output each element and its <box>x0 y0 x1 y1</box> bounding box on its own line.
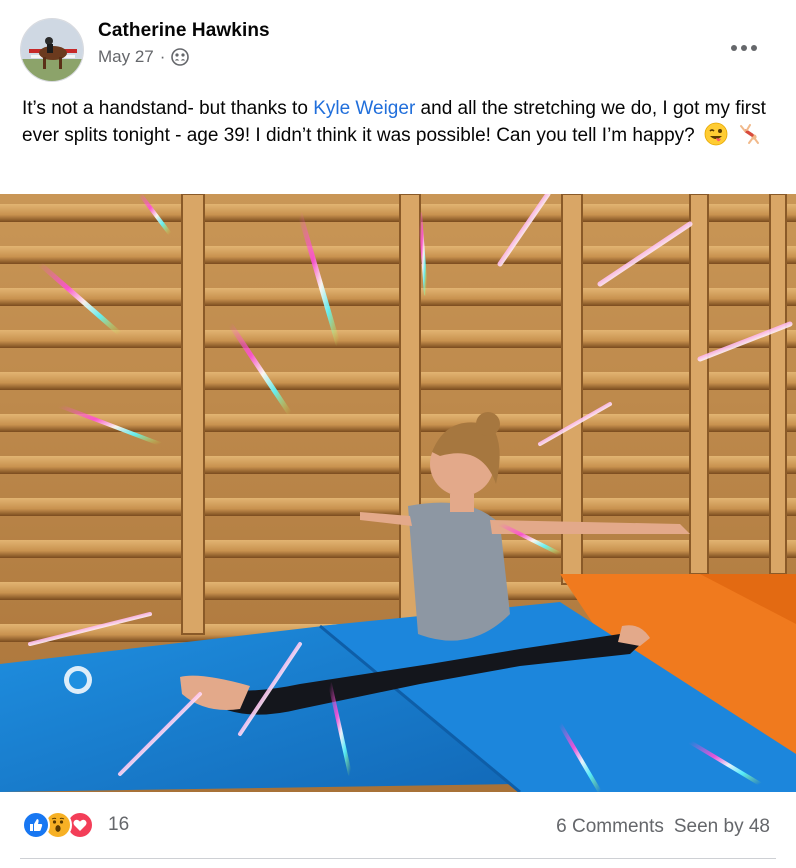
more-options-button[interactable] <box>726 36 762 60</box>
post-stats: 6 Comments Seen by 48 <box>556 816 770 838</box>
seen-by-count[interactable]: Seen by 48 <box>674 816 770 838</box>
group-audience-icon[interactable] <box>171 48 190 66</box>
dot-icon <box>731 45 737 51</box>
post-date[interactable]: May 27 <box>98 47 154 67</box>
winking-face-tongue-emoji <box>704 122 728 146</box>
footer-divider <box>20 858 776 859</box>
post-text: It’s not a handstand- but thanks to Kyle… <box>22 96 782 149</box>
post-text-start: It’s not a handstand- but thanks to <box>22 98 314 119</box>
reactions-summary[interactable]: 16 <box>22 811 129 839</box>
mention-link[interactable]: Kyle Weiger <box>313 98 415 119</box>
post-meta: May 27 · <box>98 47 190 67</box>
person-cartwheeling-emoji <box>737 122 761 146</box>
comments-count[interactable]: 6 Comments <box>556 816 664 838</box>
author-name[interactable]: Catherine Hawkins <box>98 20 270 42</box>
post-footer: 16 6 Comments Seen by 48 <box>0 800 796 856</box>
dot-icon <box>751 45 757 51</box>
reaction-count[interactable]: 16 <box>108 814 129 836</box>
author-avatar[interactable] <box>20 18 84 82</box>
post-photo[interactable] <box>0 194 796 792</box>
post-header: Catherine Hawkins May 27 · <box>0 0 796 88</box>
like-icon <box>22 811 50 839</box>
meta-separator: · <box>159 47 166 66</box>
dot-icon <box>741 45 747 51</box>
